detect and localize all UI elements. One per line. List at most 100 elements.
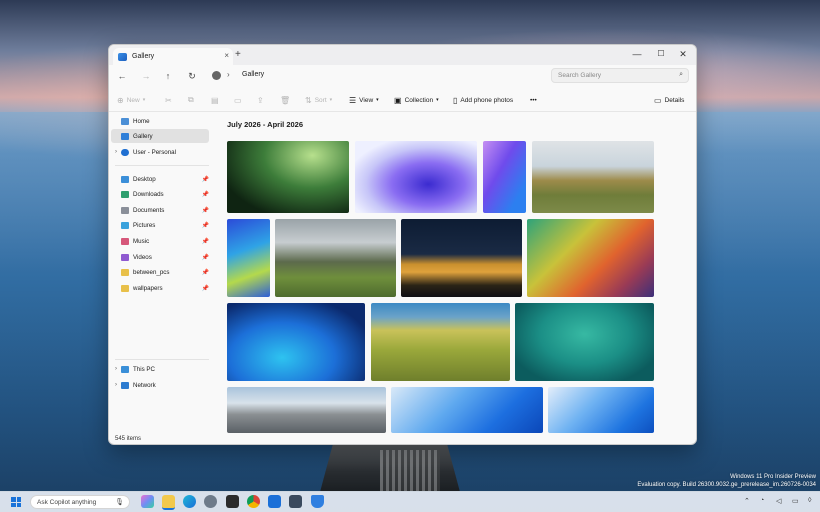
address-bar-location[interactable]: Gallery — [242, 71, 264, 78]
sidebar-item-label: between_pcs — [133, 269, 170, 277]
details-pane-icon: ▭ — [654, 95, 662, 105]
sidebar-item-label: Desktop — [133, 175, 156, 183]
pin-icon[interactable]: 📌 — [202, 207, 209, 214]
photo-thumbnail[interactable] — [227, 303, 365, 381]
minimize-button[interactable]: — — [626, 47, 648, 61]
terminal-app-icon[interactable] — [226, 495, 239, 508]
photo-thumbnail[interactable] — [227, 141, 349, 213]
copilot-search-box[interactable]: 🎙 — [30, 495, 130, 509]
pin-icon[interactable]: 📌 — [202, 191, 209, 198]
tab-gallery[interactable]: Gallery × — [113, 48, 233, 65]
pin-icon[interactable]: 📌 — [202, 238, 209, 245]
search-icon[interactable]: ⌕ — [679, 71, 683, 79]
details-label: Details — [664, 96, 685, 104]
delete-icon[interactable]: 🗑 — [280, 94, 290, 106]
sidebar-divider — [115, 165, 209, 166]
view-button[interactable]: ☰ View ▾ — [349, 94, 379, 106]
sidebar-item-downloads[interactable]: Downloads 📌 — [111, 188, 209, 202]
home-icon — [121, 117, 129, 125]
sidebar-item-wallpapers[interactable]: wallpapers 📌 — [111, 281, 209, 295]
sidebar-item-network[interactable]: › Network — [111, 378, 209, 392]
microphone-icon[interactable]: 🎙 — [115, 498, 124, 506]
share-icon[interactable]: ⇪ — [257, 94, 264, 106]
battery-icon[interactable]: ▭ — [792, 497, 799, 505]
close-tab-icon[interactable]: × — [224, 51, 229, 60]
computer-icon — [121, 365, 129, 373]
chevron-down-icon: ▾ — [436, 97, 439, 103]
edge-browser-icon[interactable] — [183, 495, 196, 508]
photo-thumbnail[interactable] — [227, 387, 386, 433]
rename-icon[interactable]: ▭ — [234, 94, 242, 106]
sidebar-item-label: This PC — [133, 365, 156, 373]
details-button[interactable]: ▭ Details — [654, 94, 684, 106]
photo-thumbnail[interactable] — [275, 219, 396, 297]
sort-button[interactable]: ⇅ Sort ▾ — [305, 94, 332, 106]
add-phone-photos-button[interactable]: ▯ Add phone photos — [453, 94, 513, 106]
paste-icon[interactable]: ▤ — [211, 94, 219, 106]
sidebar-item-this-pc[interactable]: › This PC — [111, 362, 209, 376]
date-range-heading: July 2026 - April 2026 — [227, 120, 304, 129]
pin-icon[interactable]: 📌 — [202, 176, 209, 183]
file-explorer-app-icon[interactable] — [162, 495, 175, 510]
forward-button[interactable]: → — [139, 69, 153, 83]
wifi-icon[interactable]: ◔ — [760, 497, 764, 504]
refresh-button[interactable]: ↻ — [185, 69, 199, 83]
sidebar-item-between-pcs[interactable]: between_pcs 📌 — [111, 266, 209, 280]
photo-thumbnail[interactable] — [532, 141, 654, 213]
collection-button[interactable]: ▣ Collection ▾ — [394, 94, 439, 106]
sidebar-item-videos[interactable]: Videos 📌 — [111, 250, 209, 264]
search-input[interactable] — [558, 70, 668, 81]
photo-thumbnail[interactable] — [515, 303, 654, 381]
photo-thumbnail[interactable] — [355, 141, 477, 213]
taskbar: 🎙 ⌃ ◔ ◁ ▭ ◊ — [0, 491, 820, 512]
title-bar[interactable]: Gallery × + — ☐ ✕ — [109, 45, 696, 65]
security-shield-icon[interactable] — [311, 495, 324, 508]
folder-icon — [121, 269, 129, 277]
pin-icon[interactable]: 📌 — [202, 285, 209, 292]
gallery-icon — [118, 52, 127, 61]
up-button[interactable]: ↑ — [161, 69, 175, 83]
sidebar-item-desktop[interactable]: Desktop 📌 — [111, 172, 209, 186]
sidebar-item-label: Documents — [133, 206, 165, 214]
new-button[interactable]: ⊕ New ▾ — [117, 94, 145, 106]
chevron-right-icon[interactable]: › — [111, 149, 121, 155]
app-grid-icon[interactable] — [289, 495, 302, 508]
close-button[interactable]: ✕ — [672, 47, 694, 61]
new-tab-button[interactable]: + — [235, 49, 241, 60]
settings-app-icon[interactable] — [204, 495, 217, 508]
sidebar-item-pictures[interactable]: Pictures 📌 — [111, 219, 209, 233]
ask-copilot-input[interactable] — [37, 498, 112, 507]
photo-thumbnail[interactable] — [401, 219, 522, 297]
back-button[interactable]: ← — [115, 69, 129, 83]
chrome-browser-icon[interactable] — [247, 495, 260, 508]
sidebar-item-gallery[interactable]: Gallery — [111, 129, 209, 143]
volume-icon[interactable]: ◁ — [776, 497, 781, 505]
pin-icon[interactable]: 📌 — [202, 222, 209, 229]
sidebar-item-documents[interactable]: Documents 📌 — [111, 203, 209, 217]
search-box[interactable]: ⌕ — [551, 68, 689, 83]
sidebar-item-music[interactable]: Music 📌 — [111, 234, 209, 248]
notification-bell-icon[interactable]: ◊ — [808, 497, 811, 504]
copy-icon[interactable]: ⧉ — [188, 94, 194, 106]
photo-thumbnail[interactable] — [483, 141, 526, 213]
sidebar-item-onedrive[interactable]: › User - Personal — [111, 145, 209, 159]
photo-thumbnail[interactable] — [227, 219, 270, 297]
chevron-right-icon[interactable]: › — [111, 366, 121, 372]
pin-icon[interactable]: 📌 — [202, 269, 209, 276]
photo-thumbnail[interactable] — [371, 303, 510, 381]
photo-thumbnail[interactable] — [391, 387, 543, 433]
more-options-button[interactable]: ••• — [530, 94, 537, 106]
folder-icon — [121, 284, 129, 292]
outlook-app-icon[interactable] — [268, 495, 281, 508]
start-button[interactable] — [11, 497, 21, 507]
cut-icon[interactable]: ✂ — [165, 94, 172, 106]
copilot-app-icon[interactable] — [141, 495, 154, 508]
maximize-button[interactable]: ☐ — [650, 47, 672, 61]
photo-thumbnail[interactable] — [548, 387, 654, 433]
chevron-up-icon[interactable]: ⌃ — [744, 497, 750, 505]
pin-icon[interactable]: 📌 — [202, 254, 209, 261]
chevron-right-icon[interactable]: › — [111, 382, 121, 388]
breadcrumb-separator[interactable]: › — [227, 70, 230, 79]
sidebar-item-home[interactable]: Home — [111, 114, 209, 128]
photo-thumbnail[interactable] — [527, 219, 654, 297]
